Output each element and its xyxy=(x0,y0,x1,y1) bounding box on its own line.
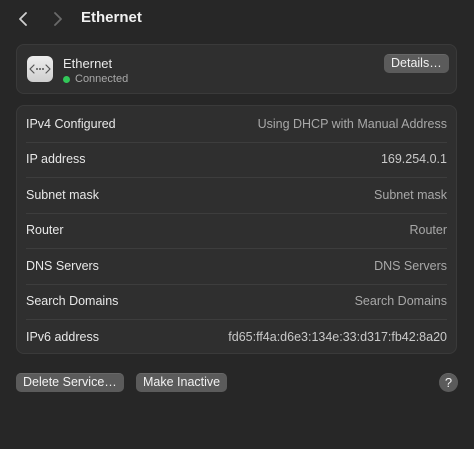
row-subnet-mask: Subnet mask Subnet mask xyxy=(17,177,456,213)
row-value: Router xyxy=(409,223,447,238)
interface-card: Ethernet Connected Details… xyxy=(16,44,457,94)
row-value: Using DHCP with Manual Address xyxy=(257,116,447,131)
chevron-right-icon xyxy=(54,12,62,26)
row-value: DNS Servers xyxy=(374,258,447,273)
status-dot-icon xyxy=(63,75,70,83)
row-dns-servers: DNS Servers DNS Servers xyxy=(17,248,456,284)
row-label: Router xyxy=(26,223,64,238)
network-info-list: IPv4 Configured Using DHCP with Manual A… xyxy=(16,105,457,354)
delete-service-button[interactable]: Delete Service… xyxy=(16,373,124,392)
row-ip-address: IP address 169.254.0.1 xyxy=(17,141,456,178)
row-value: fd65:ff4a:d6e3:134e:33:d317:fb42:8a20 xyxy=(228,329,447,344)
row-value: Search Domains xyxy=(354,294,447,309)
interface-name: Ethernet xyxy=(63,56,113,71)
row-label: IPv6 address xyxy=(26,329,99,344)
row-ipv6-address: IPv6 address fd65:ff4a:d6e3:134e:33:d317… xyxy=(17,319,456,353)
row-label: Search Domains xyxy=(26,294,119,309)
back-button[interactable] xyxy=(12,8,34,30)
row-value: 169.254.0.1 xyxy=(380,152,447,167)
status-text: Connected xyxy=(75,73,129,85)
make-inactive-button[interactable]: Make Inactive xyxy=(136,373,228,392)
row-label: DNS Servers xyxy=(26,258,99,273)
row-ipv4-configured: IPv4 Configured Using DHCP with Manual A… xyxy=(17,106,456,142)
row-router: Router Router xyxy=(17,212,456,249)
details-button[interactable]: Details… xyxy=(384,54,449,73)
connection-status: Connected xyxy=(63,73,128,85)
row-label: Subnet mask xyxy=(26,187,99,202)
row-search-domains: Search Domains Search Domains xyxy=(17,283,456,320)
header: Ethernet xyxy=(0,0,474,38)
chevron-left-icon xyxy=(19,12,27,26)
help-button[interactable]: ? xyxy=(439,373,458,392)
row-label: IPv4 Configured xyxy=(26,116,116,131)
forward-button[interactable] xyxy=(47,8,69,30)
page-title: Ethernet xyxy=(81,9,142,26)
ethernet-icon xyxy=(27,56,53,82)
row-label: IP address xyxy=(26,152,86,167)
bottom-area xyxy=(0,405,474,449)
row-value: Subnet mask xyxy=(374,187,447,202)
